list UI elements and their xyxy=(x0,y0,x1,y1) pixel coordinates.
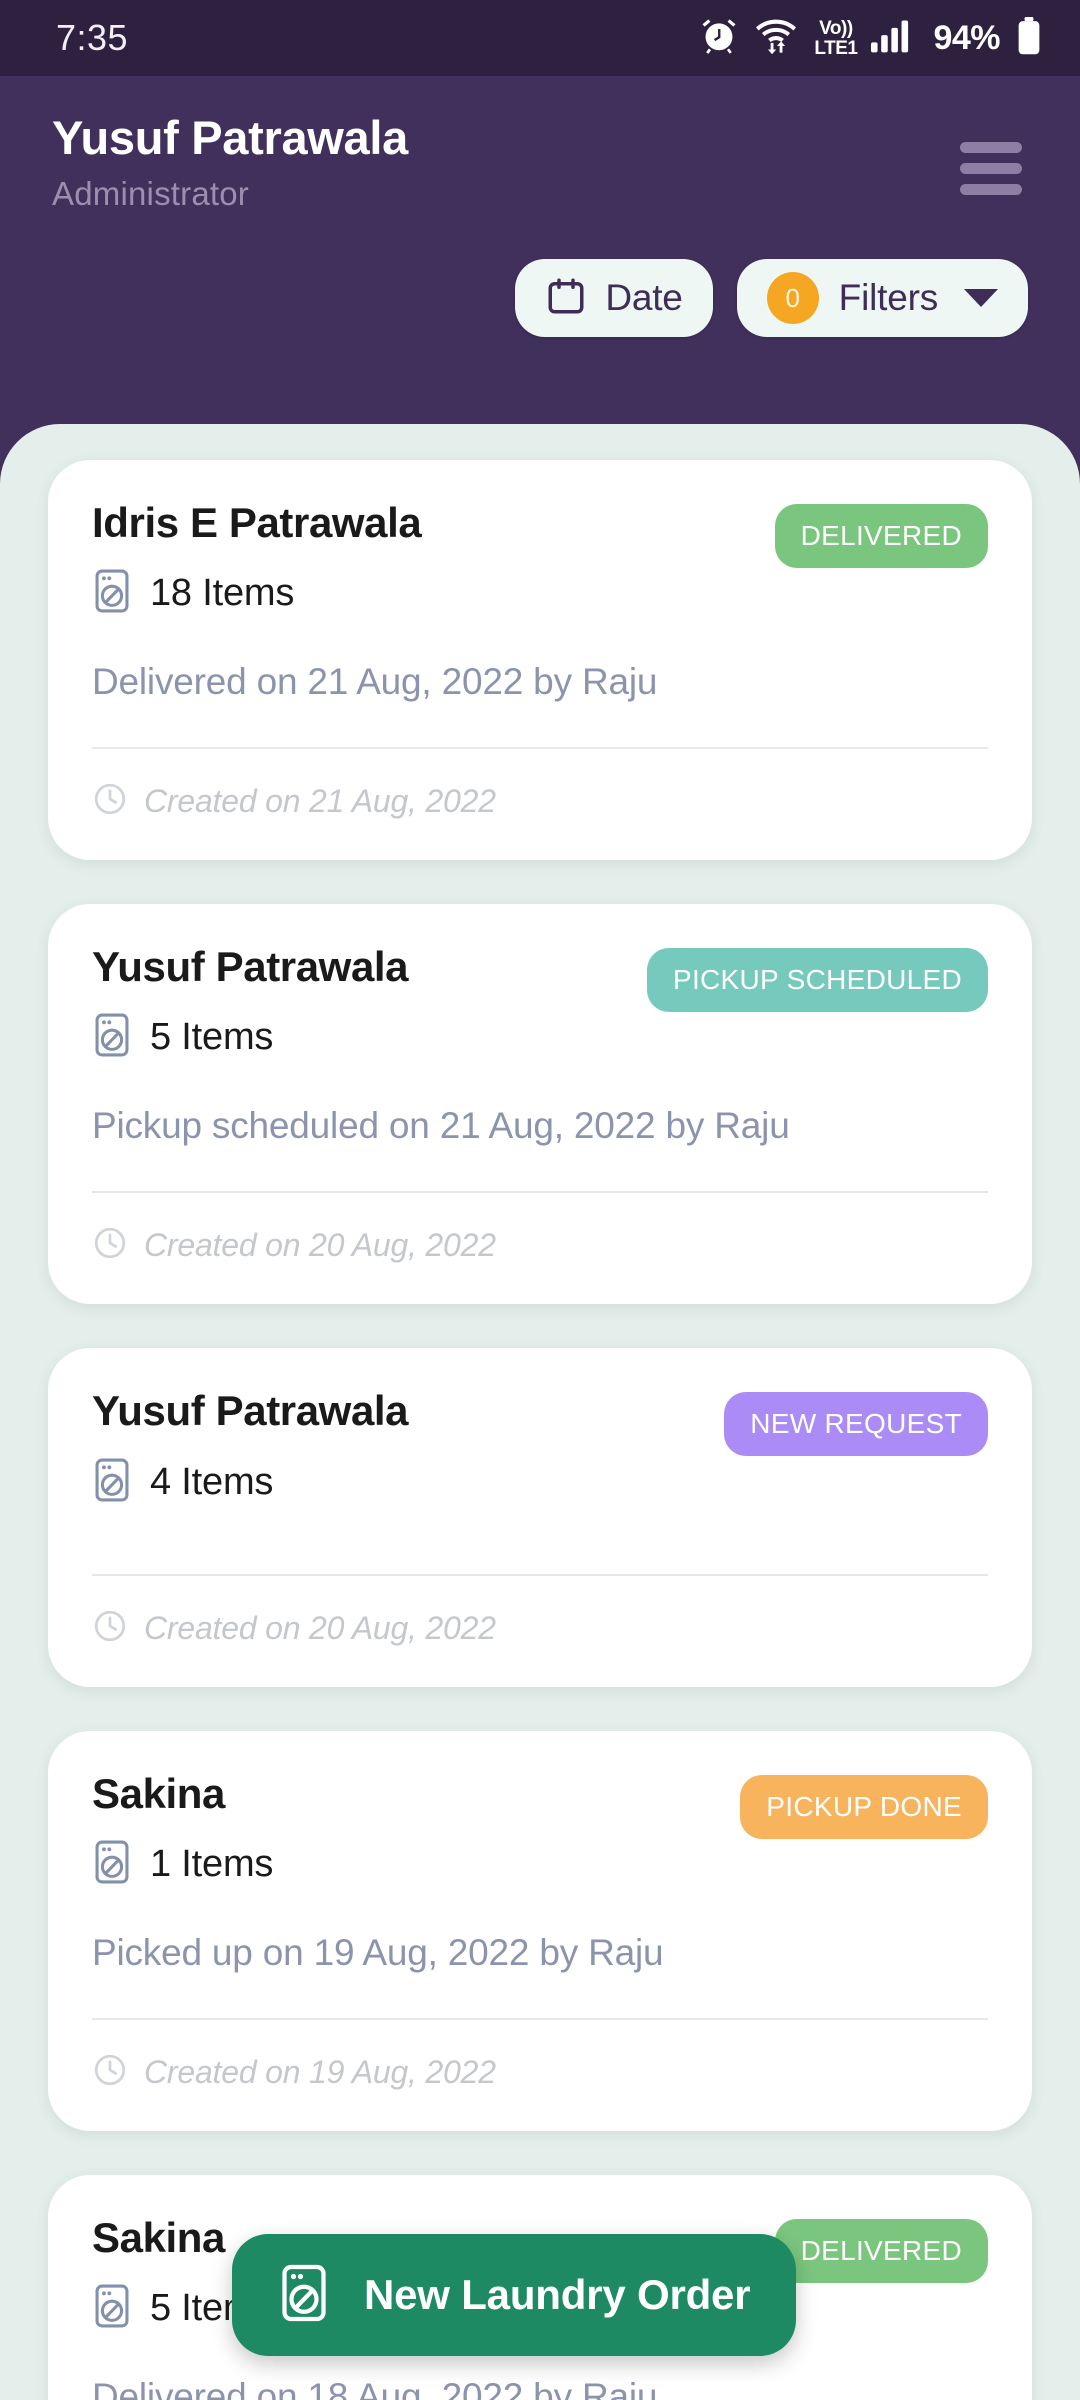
clock-icon xyxy=(92,1225,128,1266)
status-badge: DELIVERED xyxy=(774,2218,988,2283)
customer-name: Yusuf Patrawala xyxy=(92,1387,409,1435)
header-identity: Yusuf Patrawala Administrator xyxy=(52,110,408,213)
filters-label: Filters xyxy=(838,277,939,319)
card-divider xyxy=(92,747,988,750)
customer-name: Idris E Patrawala xyxy=(92,499,422,546)
order-card-header: Yusuf Patrawala 4 Items NEW REQUEST xyxy=(92,1388,988,1507)
date-filter-label: Date xyxy=(605,277,683,319)
item-count-row: 18 Items xyxy=(92,568,421,619)
created-label: Created on 20 Aug, 2022 xyxy=(144,1609,496,1646)
item-count-row: 4 Items xyxy=(92,1457,408,1508)
battery-percent-label: 94% xyxy=(933,18,1000,57)
alarm-icon xyxy=(700,17,738,60)
hamburger-bar xyxy=(960,163,1022,174)
item-count-row: 1 Items xyxy=(92,1839,273,1890)
calendar-icon xyxy=(545,275,587,322)
date-filter-button[interactable]: Date xyxy=(515,259,713,338)
created-row: Created on 19 Aug, 2022 xyxy=(92,2052,988,2093)
customer-name: Yusuf Patrawala xyxy=(92,943,409,991)
item-count-label: 4 Items xyxy=(150,1460,274,1503)
order-status-line: Picked up on 19 Aug, 2022 by Raju xyxy=(92,1931,664,1973)
order-card[interactable]: Yusuf Patrawala 5 Items PICKUP SCHEDULED… xyxy=(48,904,1032,1305)
washing-machine-icon xyxy=(92,1457,132,1508)
signal-icon xyxy=(871,19,911,58)
new-laundry-order-label: New Laundry Order xyxy=(364,2271,751,2318)
washing-machine-icon xyxy=(92,2283,132,2334)
order-card-header: Idris E Patrawala 18 Items DELIVERED xyxy=(92,499,988,619)
item-count-row: 5 Items xyxy=(92,1012,408,1063)
clock-icon xyxy=(92,2052,128,2093)
status-badge: NEW REQUEST xyxy=(724,1392,988,1457)
order-card-main: Idris E Patrawala 18 Items xyxy=(92,499,422,619)
hamburger-bar xyxy=(960,184,1022,195)
item-count-label: 5 Items xyxy=(150,1016,274,1059)
customer-name: Sakina xyxy=(92,1769,226,1817)
card-divider xyxy=(92,1191,988,1194)
status-badge: PICKUP SCHEDULED xyxy=(646,948,988,1013)
washing-machine-icon xyxy=(92,568,132,619)
wifi-icon xyxy=(754,17,798,60)
order-card-main: Yusuf Patrawala 4 Items xyxy=(92,1387,409,1508)
order-card-main: Sakina 1 Items xyxy=(92,1769,273,1890)
created-row: Created on 21 Aug, 2022 xyxy=(92,781,988,822)
filters-button[interactable]: 0 Filters xyxy=(736,259,1028,338)
created-label: Created on 21 Aug, 2022 xyxy=(144,783,496,820)
order-card-main: Yusuf Patrawala 5 Items xyxy=(92,943,409,1063)
app-header: Yusuf Patrawala Administrator Date 0 Fil… xyxy=(0,76,1080,424)
header-top-row: Yusuf Patrawala Administrator xyxy=(52,110,1028,213)
order-card-header: Sakina 1 Items PICKUP DONE xyxy=(92,1769,988,1890)
order-card-header: Yusuf Patrawala 5 Items PICKUP SCHEDULED xyxy=(92,943,988,1063)
washing-machine-icon xyxy=(278,2263,330,2328)
card-divider xyxy=(92,1573,988,1576)
created-label: Created on 20 Aug, 2022 xyxy=(144,1227,496,1264)
clock-icon xyxy=(92,1608,128,1649)
orders-list[interactable]: Idris E Patrawala 18 Items DELIVERED Del… xyxy=(0,424,1080,2400)
filters-count-badge: 0 xyxy=(766,272,819,325)
created-row: Created on 20 Aug, 2022 xyxy=(92,1608,988,1649)
order-card[interactable]: Yusuf Patrawala 4 Items NEW REQUEST Crea… xyxy=(48,1348,1032,1687)
hamburger-menu-icon[interactable] xyxy=(960,142,1022,195)
order-card[interactable]: Idris E Patrawala 18 Items DELIVERED Del… xyxy=(48,460,1032,861)
user-role-label: Administrator xyxy=(52,175,249,213)
toolbar: Date 0 Filters xyxy=(52,259,1028,338)
status-bar-icon-group: Vo)) LTE1 94% xyxy=(700,16,1042,60)
battery-icon xyxy=(1016,16,1042,60)
order-status-line: Pickup scheduled on 21 Aug, 2022 by Raju xyxy=(92,1105,790,1147)
created-label: Created on 19 Aug, 2022 xyxy=(144,2053,496,2090)
page-title: Yusuf Patrawala xyxy=(52,111,408,164)
washing-machine-icon xyxy=(92,1012,132,1063)
card-divider xyxy=(92,2017,988,2020)
washing-machine-icon xyxy=(92,1839,132,1890)
status-badge: PICKUP DONE xyxy=(740,1774,988,1839)
hamburger-bar xyxy=(960,142,1022,153)
item-count-label: 18 Items xyxy=(150,572,295,615)
order-status-line: Delivered on 18 Aug, 2022 by Raju xyxy=(92,2375,658,2400)
chevron-down-icon xyxy=(964,289,998,308)
status-bar: 7:35 Vo)) LTE1 94% xyxy=(0,0,1080,76)
order-status-line: Delivered on 21 Aug, 2022 by Raju xyxy=(92,661,658,703)
order-card[interactable]: Sakina 1 Items PICKUP DONE Picked up on … xyxy=(48,1730,1032,2131)
clock-icon xyxy=(92,781,128,822)
status-bar-clock: 7:35 xyxy=(56,17,129,58)
item-count-label: 1 Items xyxy=(150,1842,274,1885)
volte-icon: Vo)) LTE1 xyxy=(814,17,858,59)
status-badge: DELIVERED xyxy=(774,504,988,568)
created-row: Created on 20 Aug, 2022 xyxy=(92,1225,988,1266)
new-laundry-order-button[interactable]: New Laundry Order xyxy=(232,2234,797,2356)
